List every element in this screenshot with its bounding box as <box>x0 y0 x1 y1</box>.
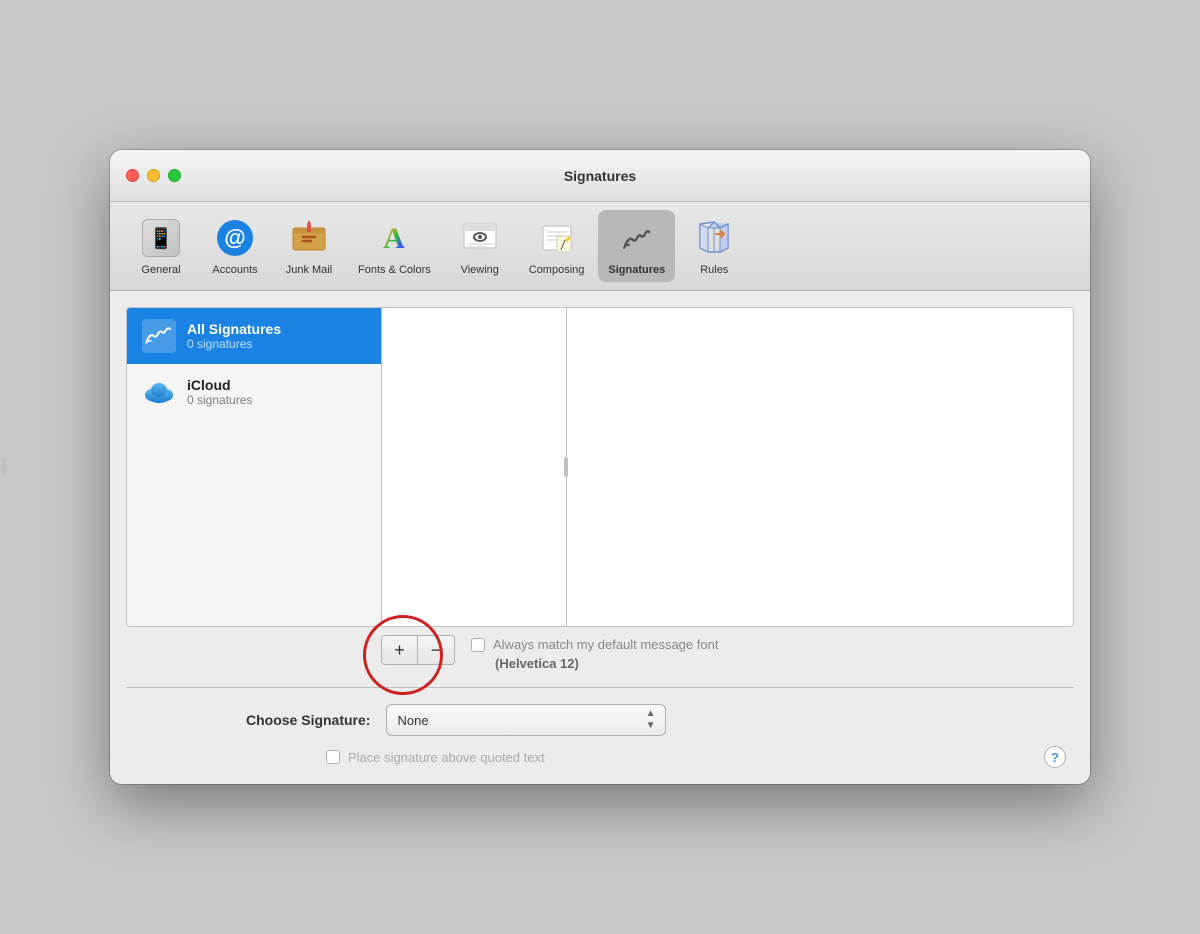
toolbar-item-viewing[interactable]: Viewing <box>445 210 515 282</box>
panel-accounts: All Signatures 0 signatures <box>127 308 382 626</box>
minimize-button[interactable] <box>147 169 160 182</box>
toolbar-label-viewing: Viewing <box>461 264 499 276</box>
place-signature-label: Place signature above quoted text <box>348 750 545 765</box>
resize-handle-left[interactable] <box>562 457 570 477</box>
font-match-label: Always match my default message font <box>493 637 718 652</box>
junk-mail-icon <box>287 216 331 260</box>
account-item-all-signatures[interactable]: All Signatures 0 signatures <box>127 308 381 364</box>
icloud-name: iCloud <box>187 377 252 393</box>
toolbar-label-signatures: Signatures <box>608 264 665 276</box>
font-match-checkbox[interactable] <box>471 638 485 652</box>
toolbar-label-junk-mail: Junk Mail <box>286 264 332 276</box>
choose-signature-section: Choose Signature: None ▲ ▼ <box>126 687 1074 736</box>
titlebar: Signatures <box>110 150 1090 202</box>
icloud-count: 0 signatures <box>187 393 252 407</box>
toolbar-label-fonts-colors: Fonts & Colors <box>358 264 431 276</box>
choose-signature-label: Choose Signature: <box>246 712 370 728</box>
all-signatures-icon <box>141 318 177 354</box>
close-button[interactable] <box>126 169 139 182</box>
panel-signatures <box>382 308 567 626</box>
font-match-row: Always match my default message font <box>471 637 718 652</box>
toolbar-label-composing: Composing <box>529 264 585 276</box>
toolbar-item-general[interactable]: 📱 General <box>126 210 196 282</box>
help-button[interactable]: ? <box>1044 746 1066 768</box>
remove-signature-button[interactable]: − <box>418 636 454 664</box>
svg-text:@: @ <box>224 225 245 250</box>
toolbar-label-accounts: Accounts <box>212 264 257 276</box>
maximize-button[interactable] <box>168 169 181 182</box>
toolbar-item-accounts[interactable]: @ Accounts <box>200 210 270 282</box>
account-item-icloud[interactable]: iCloud 0 signatures <box>127 364 381 420</box>
toolbar: 📱 General @ Accounts <box>110 202 1090 291</box>
add-signature-button[interactable]: + <box>382 636 418 664</box>
toolbar-item-junk-mail[interactable]: Junk Mail <box>274 210 344 282</box>
panels-row: All Signatures 0 signatures <box>126 307 1074 627</box>
add-remove-buttons: + − <box>381 635 455 665</box>
svg-text:A: A <box>384 222 406 255</box>
toolbar-item-signatures[interactable]: Signatures <box>598 210 675 282</box>
fonts-colors-icon: A <box>372 216 416 260</box>
toolbar-label-general: General <box>141 264 180 276</box>
sig-select-value: None <box>397 713 428 728</box>
all-signatures-count: 0 signatures <box>187 337 281 351</box>
choose-signature-select[interactable]: None ▲ ▼ <box>386 704 666 736</box>
sig-select-arrow: ▲ ▼ <box>646 709 656 731</box>
main-window: Signatures 📱 General @ Accounts <box>110 150 1090 784</box>
panel-preview <box>567 308 1073 626</box>
main-content: All Signatures 0 signatures <box>110 291 1090 784</box>
toolbar-label-rules: Rules <box>700 264 728 276</box>
font-name: (Helvetica 12) <box>495 656 718 671</box>
signatures-icon <box>615 216 659 260</box>
general-icon: 📱 <box>139 216 183 260</box>
icloud-icon <box>141 374 177 410</box>
all-signatures-name: All Signatures <box>187 321 281 337</box>
toolbar-item-fonts-colors[interactable]: A Fonts & Colors <box>348 210 441 282</box>
composing-icon <box>535 216 579 260</box>
toolbar-item-composing[interactable]: Composing <box>519 210 595 282</box>
icloud-text: iCloud 0 signatures <box>187 377 252 407</box>
window-title: Signatures <box>564 168 636 184</box>
rules-icon <box>692 216 736 260</box>
traffic-lights <box>126 169 181 182</box>
accounts-icon: @ <box>213 216 257 260</box>
toolbar-item-rules[interactable]: Rules <box>679 210 749 282</box>
viewing-icon <box>458 216 502 260</box>
place-signature-checkbox[interactable] <box>326 750 340 764</box>
all-signatures-text: All Signatures 0 signatures <box>187 321 281 351</box>
